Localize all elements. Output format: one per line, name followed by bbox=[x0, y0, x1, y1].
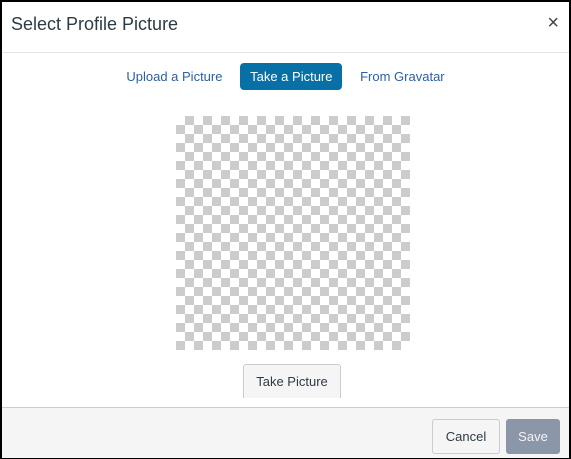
take-picture-button[interactable]: Take Picture bbox=[243, 364, 341, 398]
picture-source-tabs: Upload a Picture Take a Picture From Gra… bbox=[2, 63, 569, 90]
tab-from-gravatar[interactable]: From Gravatar bbox=[350, 63, 455, 90]
dialog-footer: Cancel Save bbox=[2, 407, 569, 458]
save-button[interactable]: Save bbox=[506, 419, 560, 454]
close-icon[interactable]: × bbox=[547, 13, 559, 33]
camera-preview bbox=[176, 116, 410, 350]
dialog-title: Select Profile Picture bbox=[11, 14, 179, 34]
cancel-button[interactable]: Cancel bbox=[432, 419, 500, 454]
tab-upload-a-picture[interactable]: Upload a Picture bbox=[116, 63, 232, 90]
dialog-header: Select Profile Picture × bbox=[2, 2, 569, 53]
select-profile-picture-dialog: Select Profile Picture × Upload a Pictur… bbox=[0, 0, 571, 459]
tab-take-a-picture[interactable]: Take a Picture bbox=[240, 63, 343, 90]
